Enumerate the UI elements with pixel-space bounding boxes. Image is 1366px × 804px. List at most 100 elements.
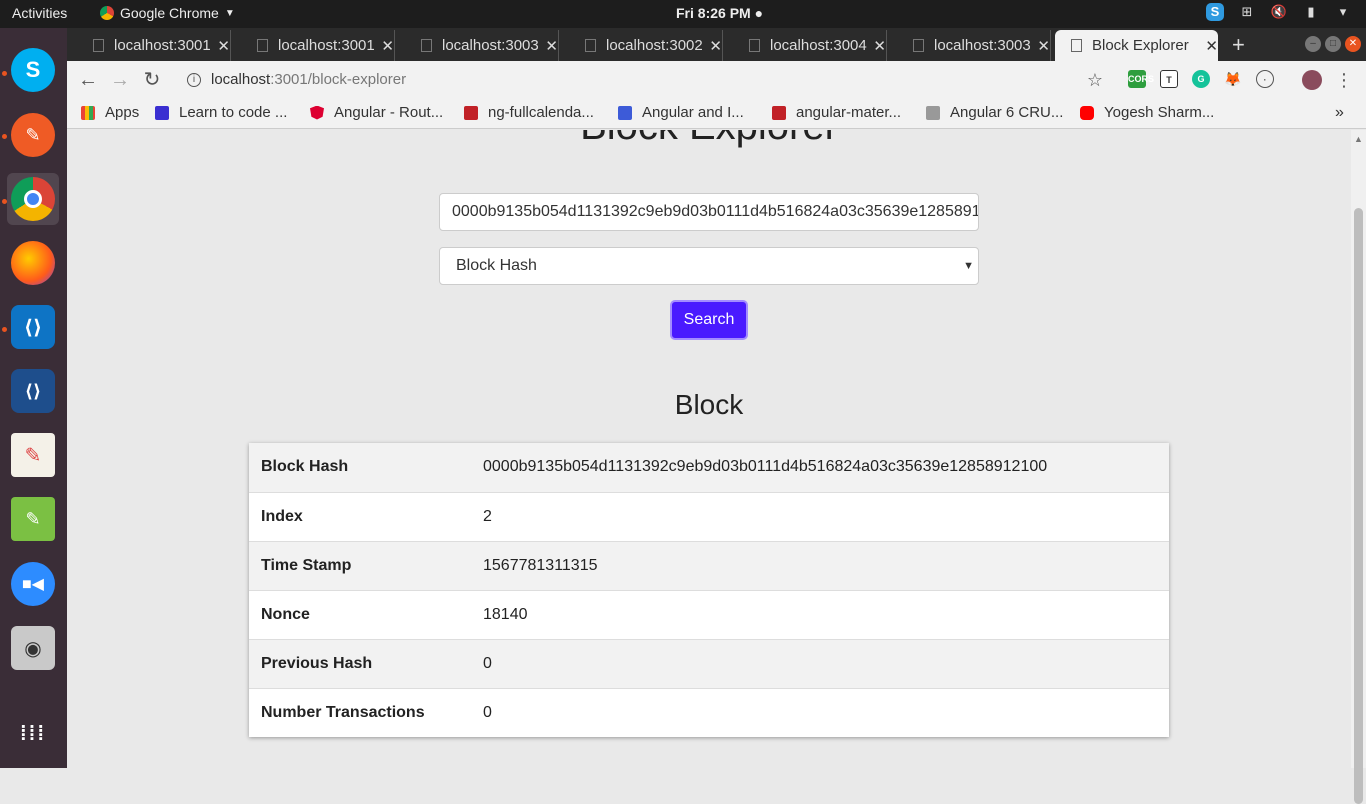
- info-icon[interactable]: i: [187, 72, 201, 87]
- close-icon[interactable]: ✕: [873, 37, 886, 55]
- vscode-icon: ⟨⟩: [11, 305, 55, 349]
- close-icon[interactable]: ✕: [709, 37, 722, 55]
- bookmark-item[interactable]: Yogesh Sharm...: [1080, 104, 1214, 121]
- clock[interactable]: Fri 8:26 PM ●: [676, 5, 763, 21]
- address-bar[interactable]: i localhost:3001/block-explorer: [175, 65, 1075, 94]
- bookmark-label: Learn to code ...: [179, 104, 288, 121]
- page-icon: [93, 39, 104, 52]
- dock-firefox[interactable]: [7, 237, 59, 289]
- dock-vscode[interactable]: ⟨⟩: [7, 301, 59, 353]
- chevron-down-icon[interactable]: ▾: [1334, 3, 1352, 21]
- url-host: localhost: [211, 71, 271, 88]
- forward-button[interactable]: →: [107, 67, 133, 93]
- dock-skype[interactable]: S: [7, 44, 59, 96]
- volume-icon[interactable]: 🔇: [1270, 3, 1288, 21]
- bookmark-item[interactable]: ng-fullcalenda...: [464, 104, 594, 121]
- system-top-bar: Activities Google Chrome ▼ Fri 8:26 PM ●…: [0, 0, 1366, 28]
- skype-tray-icon[interactable]: S: [1206, 3, 1224, 21]
- tab[interactable]: localhost:3002 ✕: [563, 30, 723, 61]
- scroll-up-icon[interactable]: ▲: [1354, 134, 1363, 144]
- page-icon: [749, 39, 760, 52]
- new-tab-button[interactable]: +: [1232, 32, 1245, 58]
- section-title: Block: [674, 389, 744, 420]
- bookmarks-bar: Apps Learn to code ... Angular - Rout...…: [67, 98, 1366, 129]
- close-icon[interactable]: ✕: [381, 37, 394, 55]
- table-row: Previous Hash 0: [249, 638, 1169, 688]
- app-menu[interactable]: Google Chrome ▼: [100, 5, 235, 21]
- page-icon: [585, 39, 596, 52]
- text-editor-icon: ✎: [11, 433, 55, 477]
- tab[interactable]: localhost:3003 ✕: [891, 30, 1051, 61]
- tab-title: localhost:3001: [114, 37, 211, 54]
- dock-vscode-insiders[interactable]: ⟨⟩: [7, 365, 59, 417]
- tab[interactable]: localhost:3004 ✕: [727, 30, 887, 61]
- row-value: 0000b9135b054d1131392c9eb9d03b0111d4b516…: [483, 458, 1048, 476]
- chevron-down-icon: ▼: [224, 7, 235, 19]
- page-scrollbar[interactable]: ▲: [1351, 130, 1366, 804]
- bookmark-item[interactable]: angular-mater...: [772, 104, 901, 121]
- show-applications[interactable]: ⁞⁞⁞: [7, 708, 59, 760]
- close-icon[interactable]: ✕: [1037, 37, 1050, 55]
- bitsrc-icon: [618, 105, 632, 120]
- tab[interactable]: localhost:3001 ✕: [71, 30, 231, 61]
- network-icon[interactable]: ⊞: [1238, 3, 1256, 21]
- bookmark-item[interactable]: Angular 6 CRU...: [926, 104, 1063, 121]
- bookmark-item[interactable]: Angular and I...: [618, 104, 744, 121]
- battery-icon[interactable]: ▮: [1302, 3, 1320, 21]
- search-type-select[interactable]: Block Hash ▼: [439, 247, 979, 285]
- bookmark-label: Apps: [105, 104, 140, 121]
- dock-camera[interactable]: ◉: [7, 622, 59, 674]
- dock-text-editor[interactable]: ✎: [7, 429, 59, 481]
- reload-button[interactable]: ↻: [139, 67, 165, 93]
- bookmark-item[interactable]: Angular - Rout...: [310, 104, 443, 121]
- extension-icon[interactable]: ·: [1256, 70, 1274, 88]
- tab-active[interactable]: Block Explorer ✕: [1055, 30, 1218, 61]
- bookmark-star-icon[interactable]: ☆: [1082, 67, 1108, 93]
- metamask-icon[interactable]: 🦊: [1224, 70, 1242, 88]
- cors-extension-icon[interactable]: CORS: [1128, 70, 1154, 88]
- apps-grid-icon: [81, 105, 95, 120]
- avatar[interactable]: [1302, 70, 1322, 90]
- clock-label: Fri 8:26 PM: [676, 5, 751, 21]
- scrollbar-thumb[interactable]: [1354, 208, 1363, 804]
- dock-zoom[interactable]: ■◀: [7, 558, 59, 610]
- back-button[interactable]: ←: [75, 67, 101, 93]
- close-icon[interactable]: ✕: [1205, 37, 1218, 55]
- app-menu-label: Google Chrome: [120, 5, 219, 21]
- maximize-button[interactable]: □: [1325, 36, 1341, 52]
- running-indicator-icon: [2, 134, 7, 139]
- table-row: Nonce 18140: [249, 589, 1169, 639]
- page-icon: [1071, 39, 1082, 52]
- more-bookmarks-icon[interactable]: »: [1335, 104, 1344, 122]
- dock-postman[interactable]: ✎: [7, 109, 59, 161]
- tab-title: localhost:3003: [442, 37, 539, 54]
- extension-icon[interactable]: T: [1160, 70, 1178, 88]
- activities-button[interactable]: Activities: [12, 5, 67, 21]
- chrome-icon: [100, 6, 114, 20]
- menu-kebab-icon[interactable]: ⋮: [1331, 67, 1357, 93]
- running-indicator-icon: [2, 71, 7, 76]
- bookmark-item[interactable]: Apps: [81, 104, 139, 121]
- bookmark-label: Yogesh Sharm...: [1104, 104, 1215, 121]
- browser-toolbar: ← → ↻ i localhost:3001/block-explorer ☆ …: [67, 61, 1366, 98]
- bookmark-label: Angular - Rout...: [334, 104, 444, 121]
- grammarly-icon[interactable]: G: [1192, 70, 1210, 88]
- close-window-button[interactable]: ✕: [1345, 36, 1361, 52]
- angular-icon: [310, 105, 324, 120]
- site-thumb-icon: [926, 105, 940, 120]
- close-icon[interactable]: ✕: [217, 37, 230, 55]
- page-icon: [913, 39, 924, 52]
- tab[interactable]: localhost:3003 ✕: [399, 30, 559, 61]
- dock-gedit-plugin[interactable]: ✎: [7, 493, 59, 545]
- tab[interactable]: localhost:3001 ✕: [235, 30, 395, 61]
- running-indicator-icon: [2, 199, 7, 204]
- bookmark-item[interactable]: Learn to code ...: [155, 104, 287, 121]
- minimize-button[interactable]: –: [1305, 36, 1321, 52]
- tab-title: localhost:3001: [278, 37, 375, 54]
- close-icon[interactable]: ✕: [545, 37, 558, 55]
- tab-title: localhost:3003: [934, 37, 1031, 54]
- search-input[interactable]: 0000b9135b054d1131392c9eb9d03b0111d4b516…: [439, 193, 979, 231]
- search-button[interactable]: Search: [670, 300, 748, 340]
- freecodecamp-icon: [155, 105, 169, 120]
- dock-chrome[interactable]: [7, 173, 59, 225]
